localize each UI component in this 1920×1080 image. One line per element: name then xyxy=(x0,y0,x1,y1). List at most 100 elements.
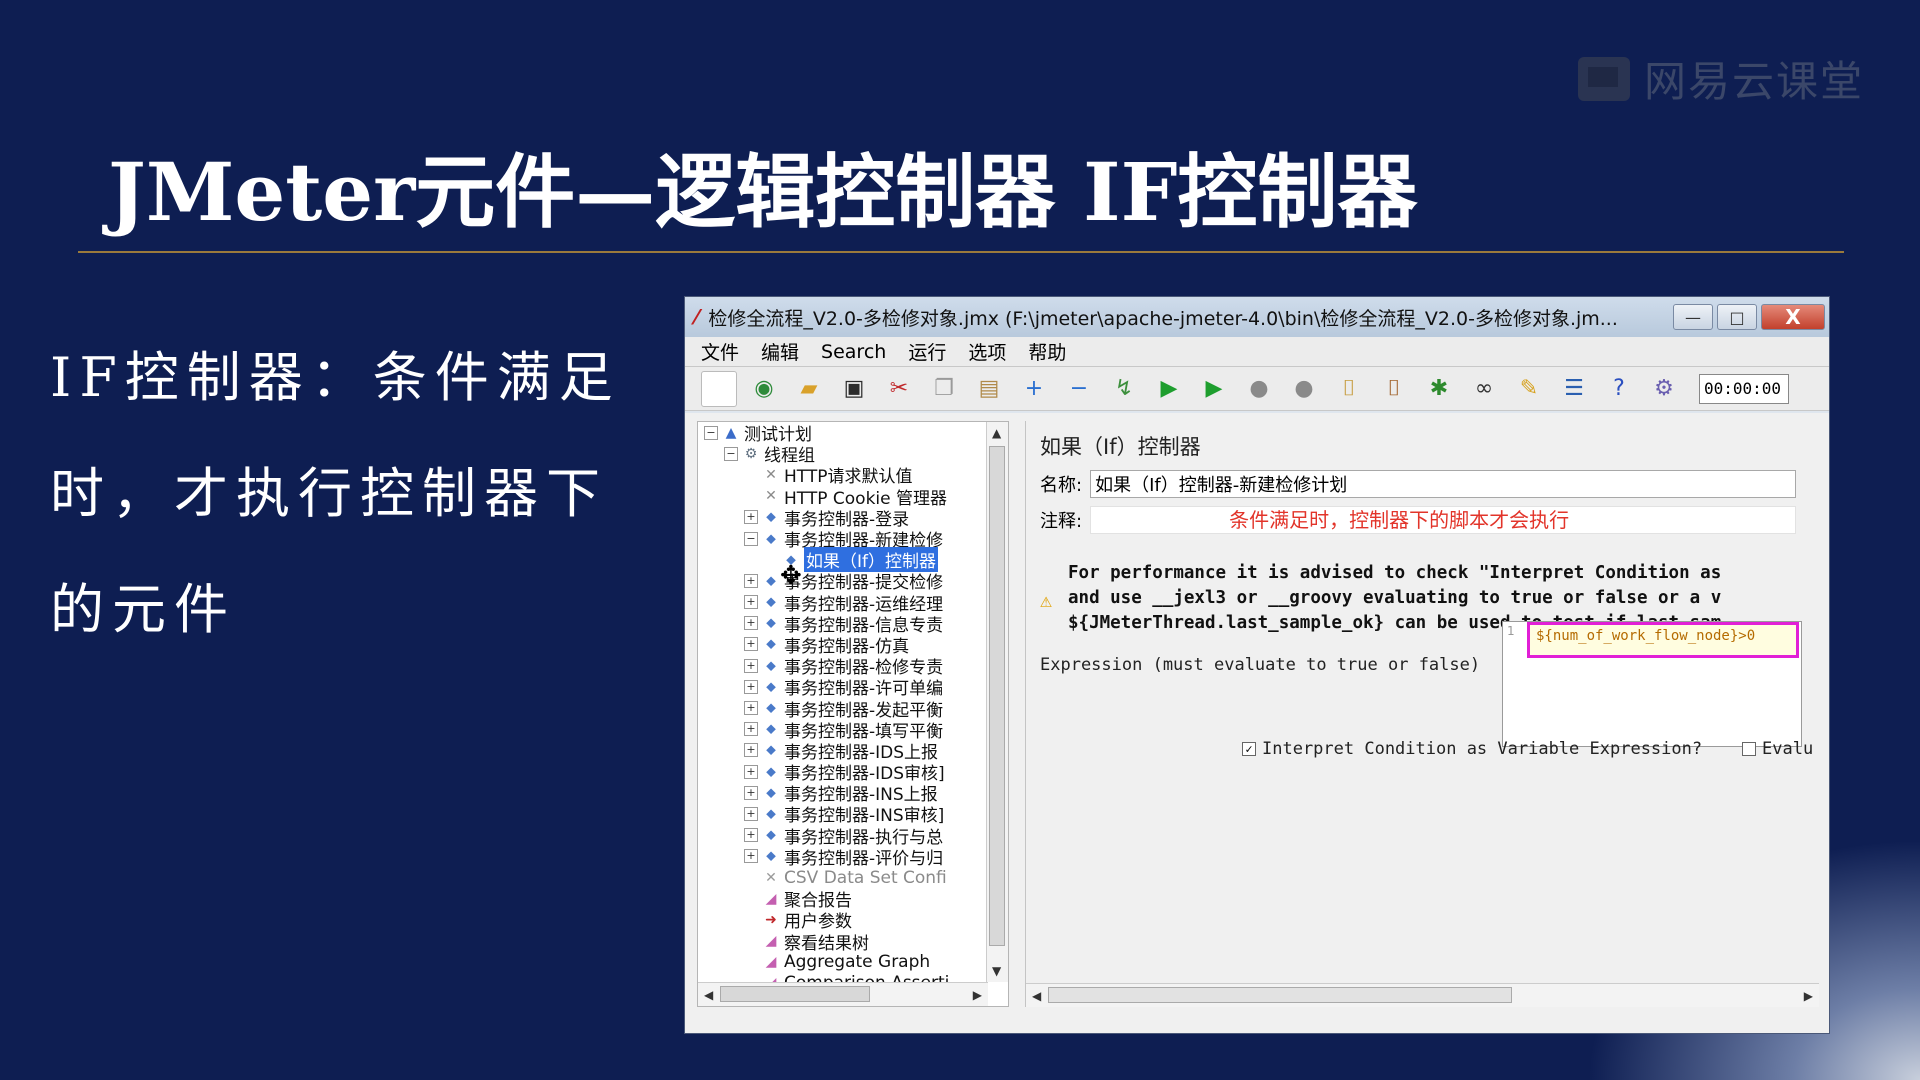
expression-text[interactable]: ${num_of_work_flow_node}>0 xyxy=(1527,622,1799,658)
shutdown-icon[interactable]: ● xyxy=(1286,371,1322,407)
window-titlebar[interactable]: ⁄ 检修全流程_V2.0-多检修对象.jmx (F:\jmeter\apache… xyxy=(685,297,1829,337)
expand-node-icon[interactable]: + xyxy=(744,658,758,673)
tree-item[interactable]: + ⬥ 事务控制器-IDS审核] xyxy=(698,761,988,784)
tree-item[interactable]: + ⬥ 事务控制器-填写平衡 xyxy=(698,719,988,742)
tree-item[interactable]: ➜ 用户参数 xyxy=(698,909,988,933)
comment-input[interactable]: 条件满足时，控制器下的脚本才会执行 xyxy=(1090,506,1797,534)
tree-item[interactable]: ◢ 聚合报告 xyxy=(698,888,988,912)
tree-item[interactable]: + ⬥ 事务控制器-提交检修 xyxy=(698,570,988,593)
collapse-node-icon[interactable]: − xyxy=(724,446,738,461)
expression-editor[interactable]: 1 ${num_of_work_flow_node}>0 xyxy=(1502,621,1802,747)
help-icon[interactable]: ? xyxy=(1601,371,1637,407)
listener-icon: ◢ xyxy=(765,954,777,971)
tree-item[interactable]: + ⬥ 事务控制器-检修专责 xyxy=(698,655,988,678)
tree-item[interactable]: + ⬥ 事务控制器-评价与归 xyxy=(698,846,988,869)
copy-icon[interactable]: ❐ xyxy=(926,371,962,407)
bug-icon[interactable]: ✱ xyxy=(1421,371,1457,407)
panel-scroll-right-icon[interactable]: ▶ xyxy=(1804,989,1813,1003)
expand-node-icon[interactable]: + xyxy=(744,616,758,631)
scroll-left-icon[interactable]: ◀ xyxy=(704,988,713,1002)
search-icon[interactable]: ∞ xyxy=(1466,371,1502,407)
tree-item[interactable]: ✕ HTTP请求默认值 xyxy=(698,464,988,488)
tree-item[interactable]: ✕ HTTP Cookie 管理器 xyxy=(698,486,988,509)
remote-icon[interactable]: ⚙ xyxy=(1646,371,1682,407)
new-icon[interactable]: ▢ xyxy=(701,370,737,407)
evaluate-checkbox[interactable] xyxy=(1742,742,1756,756)
menu-help[interactable]: 帮助 xyxy=(1028,338,1066,365)
menu-run[interactable]: 运行 xyxy=(908,338,946,365)
tree-item[interactable]: − ⚙ 线程组 xyxy=(698,443,988,466)
tree-item[interactable]: + ⬥ 事务控制器-发起平衡 xyxy=(698,697,988,721)
tree-item[interactable]: ◢Comparison Asserti xyxy=(698,973,988,982)
expand-node-icon[interactable]: + xyxy=(744,806,758,821)
scroll-down-icon[interactable]: ▼ xyxy=(992,964,1001,978)
maximize-button[interactable]: □ xyxy=(1717,304,1757,330)
collapse-icon[interactable]: − xyxy=(1061,371,1097,407)
scroll-right-icon[interactable]: ▶ xyxy=(973,988,982,1002)
elapsed-timer: 00:00:00 xyxy=(1699,373,1789,404)
expand-node-icon[interactable]: + xyxy=(744,701,758,716)
expand-node-icon[interactable]: + xyxy=(744,849,758,864)
scroll-up-icon[interactable]: ▲ xyxy=(992,426,1001,440)
tree-item[interactable]: ◢ 察看结果树 xyxy=(698,931,988,954)
start-no-pause-icon[interactable]: ▶ xyxy=(1196,371,1232,407)
tree-item[interactable]: − ▲ 测试计划 xyxy=(698,422,988,445)
tree-item[interactable]: + ⬥ 事务控制器-执行与总 xyxy=(698,825,988,848)
tree-horizontal-scrollbar[interactable]: ◀ ▶ xyxy=(698,982,988,1006)
stop-icon[interactable]: ● xyxy=(1241,371,1277,407)
evaluate-option[interactable]: Evalu xyxy=(1742,739,1813,759)
start-icon[interactable]: ▶ xyxy=(1151,371,1187,407)
menu-edit[interactable]: 编辑 xyxy=(761,338,799,365)
name-input[interactable] xyxy=(1090,470,1797,498)
interpret-condition-checkbox[interactable]: ✓ xyxy=(1242,742,1256,756)
interpret-condition-option[interactable]: ✓ Interpret Condition as Variable Expres… xyxy=(1242,739,1702,759)
paste-icon[interactable]: ▤ xyxy=(971,371,1007,407)
tree-item[interactable]: + ⬥ 事务控制器-登录 xyxy=(698,507,988,530)
function-helper-icon[interactable]: ☰ xyxy=(1556,371,1592,407)
expand-node-icon[interactable]: + xyxy=(744,722,758,737)
tree-item[interactable]: ✕ CSV Data Set Confi xyxy=(698,867,988,888)
tree-item[interactable]: + ⬥ 事务控制器-许可单编 xyxy=(698,676,988,699)
templates-icon[interactable]: ◉ xyxy=(746,371,782,407)
expand-node-icon[interactable]: + xyxy=(744,743,758,758)
expand-node-icon[interactable]: + xyxy=(744,828,758,843)
minimize-button[interactable]: — xyxy=(1673,304,1713,330)
warning-line-1: For performance it is advised to check "… xyxy=(1068,563,1722,583)
expand-node-icon[interactable]: + xyxy=(744,573,758,588)
menu-file[interactable]: 文件 xyxy=(701,338,739,365)
close-button[interactable]: X xyxy=(1761,304,1825,330)
cut-icon[interactable]: ✂ xyxy=(881,371,917,407)
tree-item[interactable]: + ⬥ 事务控制器-仿真 xyxy=(698,634,988,657)
expand-node-icon[interactable]: + xyxy=(744,637,758,652)
expand-node-icon[interactable]: + xyxy=(744,764,758,779)
save-icon[interactable]: ▣ xyxy=(836,371,872,407)
tree-item[interactable]: + ⬥ 事务控制器-运维经理 xyxy=(698,592,988,615)
tree-item[interactable]: + ⬥ 事务控制器-信息专责 xyxy=(698,613,988,636)
panel-scroll-left-icon[interactable]: ◀ xyxy=(1032,989,1041,1003)
clear-all-icon[interactable]: ⌷ xyxy=(1376,371,1412,407)
menu-options[interactable]: 选项 xyxy=(968,338,1006,365)
menu-search[interactable]: Search xyxy=(821,341,886,363)
collapse-node-icon[interactable]: − xyxy=(744,531,758,546)
expand-node-icon[interactable]: + xyxy=(744,679,758,694)
panel-hscroll-thumb[interactable] xyxy=(1048,987,1512,1003)
tree-item[interactable]: + ⬥ 事务控制器-IDS上报 xyxy=(698,740,988,763)
clear-icon[interactable]: ⌷ xyxy=(1331,371,1367,407)
expand-icon[interactable]: + xyxy=(1016,371,1052,407)
expand-node-icon[interactable]: + xyxy=(744,785,758,800)
panel-horizontal-scrollbar[interactable]: ◀ ▶ xyxy=(1026,983,1819,1007)
expand-node-icon[interactable]: + xyxy=(744,510,758,525)
tree-item[interactable]: + ⬥ 事务控制器-INS上报 xyxy=(698,782,988,805)
tree-item[interactable]: ◢ Aggregate Graph xyxy=(698,952,988,973)
tree-item[interactable]: − ⬥ 事务控制器-新建检修 xyxy=(698,528,988,551)
expand-node-icon[interactable]: + xyxy=(744,595,758,610)
open-icon[interactable]: ▰ xyxy=(791,371,827,407)
tree-item[interactable]: ⬥ 如果（If）控制器 xyxy=(698,547,988,573)
collapse-node-icon[interactable]: − xyxy=(704,425,718,440)
tree-hscroll-thumb[interactable] xyxy=(720,986,870,1002)
reset-search-icon[interactable]: ✎ xyxy=(1511,371,1547,407)
tree-item[interactable]: + ⬥ 事务控制器-INS审核] xyxy=(698,803,988,826)
tree-vscroll-thumb[interactable] xyxy=(989,446,1005,946)
toggle-icon[interactable]: ↯ xyxy=(1106,371,1142,407)
tree-vertical-scrollbar[interactable]: ▲ ▼ xyxy=(986,422,1008,982)
